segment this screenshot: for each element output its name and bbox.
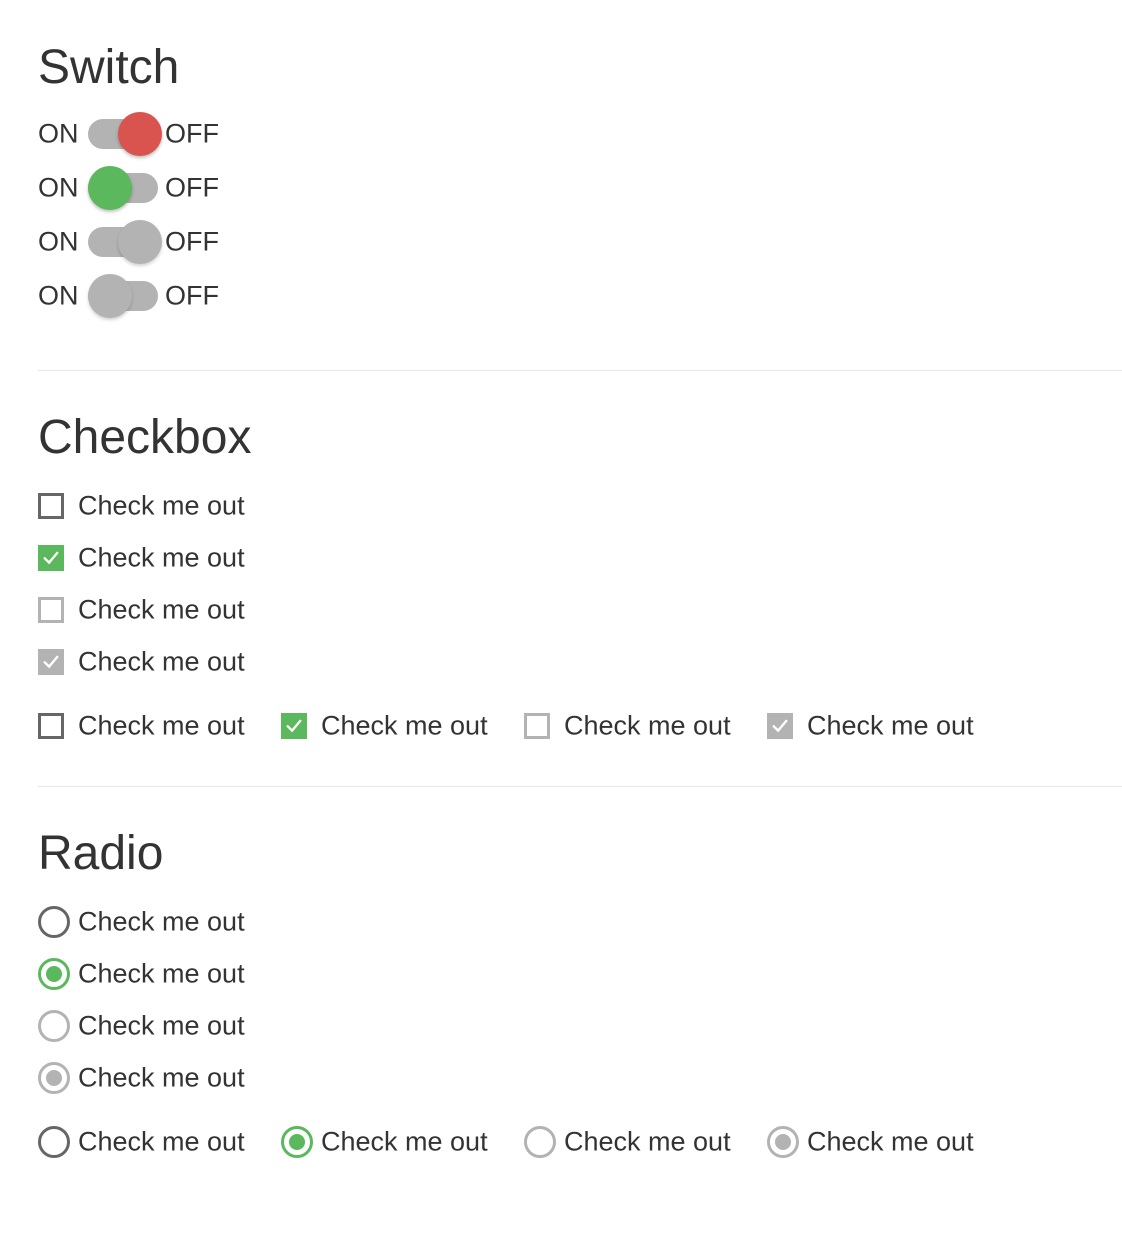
radio-label: Check me out	[78, 1126, 245, 1157]
checkbox-label: Check me out	[78, 542, 245, 573]
checkbox-checked[interactable]	[38, 649, 64, 675]
radio-label: Check me out	[807, 1126, 974, 1157]
radio-heading: Radio	[38, 827, 164, 880]
check-icon	[43, 655, 59, 669]
checkbox-label: Check me out	[78, 490, 245, 521]
switch-knob[interactable]	[118, 112, 162, 156]
radio-button-checked[interactable]	[767, 1126, 799, 1158]
radio-dot	[775, 1134, 791, 1150]
checkbox-label: Check me out	[78, 646, 245, 677]
check-icon	[772, 719, 788, 733]
checkbox-checked[interactable]	[767, 713, 793, 739]
checkbox-label: Check me out	[78, 594, 245, 625]
switch-heading: Switch	[38, 41, 180, 94]
radio-dot	[46, 966, 62, 982]
section-divider	[38, 786, 1122, 787]
switch-row[interactable]: ON OFF	[38, 218, 278, 266]
checkbox[interactable]	[524, 713, 550, 739]
switch-knob[interactable]	[118, 220, 162, 264]
radio-dot	[46, 1070, 62, 1086]
radio-label: Check me out	[78, 958, 245, 989]
radio-button[interactable]	[38, 1126, 70, 1158]
switch-knob[interactable]	[88, 274, 132, 318]
radio-button[interactable]	[38, 906, 70, 938]
radio-label: Check me out	[78, 906, 245, 937]
radio-label: Check me out	[564, 1126, 731, 1157]
checkbox-checked[interactable]	[281, 713, 307, 739]
section-divider	[38, 370, 1122, 371]
switch-on-label: ON	[38, 172, 79, 203]
radio-button-checked[interactable]	[38, 958, 70, 990]
checkbox-heading: Checkbox	[38, 411, 252, 464]
switch-on-label: ON	[38, 118, 79, 149]
check-icon	[286, 719, 302, 733]
checkbox[interactable]	[38, 493, 64, 519]
switch-off-label: OFF	[165, 226, 219, 257]
switch-off-label: OFF	[165, 118, 219, 149]
checkbox-checked[interactable]	[38, 545, 64, 571]
checkbox-label: Check me out	[807, 710, 974, 741]
switch-on-label: ON	[38, 280, 79, 311]
radio-button-checked[interactable]	[38, 1062, 70, 1094]
radio-button[interactable]	[38, 1010, 70, 1042]
switch-off-label: OFF	[165, 172, 219, 203]
checkbox[interactable]	[38, 713, 64, 739]
radio-label: Check me out	[78, 1010, 245, 1041]
switch-on-label: ON	[38, 226, 79, 257]
radio-dot	[289, 1134, 305, 1150]
radio-label: Check me out	[78, 1062, 245, 1093]
radio-button[interactable]	[524, 1126, 556, 1158]
switch-off-label: OFF	[165, 280, 219, 311]
check-icon	[43, 551, 59, 565]
checkbox-label: Check me out	[564, 710, 731, 741]
radio-label: Check me out	[321, 1126, 488, 1157]
checkbox[interactable]	[38, 597, 64, 623]
radio-button-checked[interactable]	[281, 1126, 313, 1158]
switch-knob[interactable]	[88, 166, 132, 210]
switch-row[interactable]: ON OFF	[38, 110, 278, 158]
switch-row[interactable]: ON OFF	[38, 164, 278, 212]
switch-row[interactable]: ON OFF	[38, 272, 278, 320]
checkbox-label: Check me out	[78, 710, 245, 741]
checkbox-label: Check me out	[321, 710, 488, 741]
